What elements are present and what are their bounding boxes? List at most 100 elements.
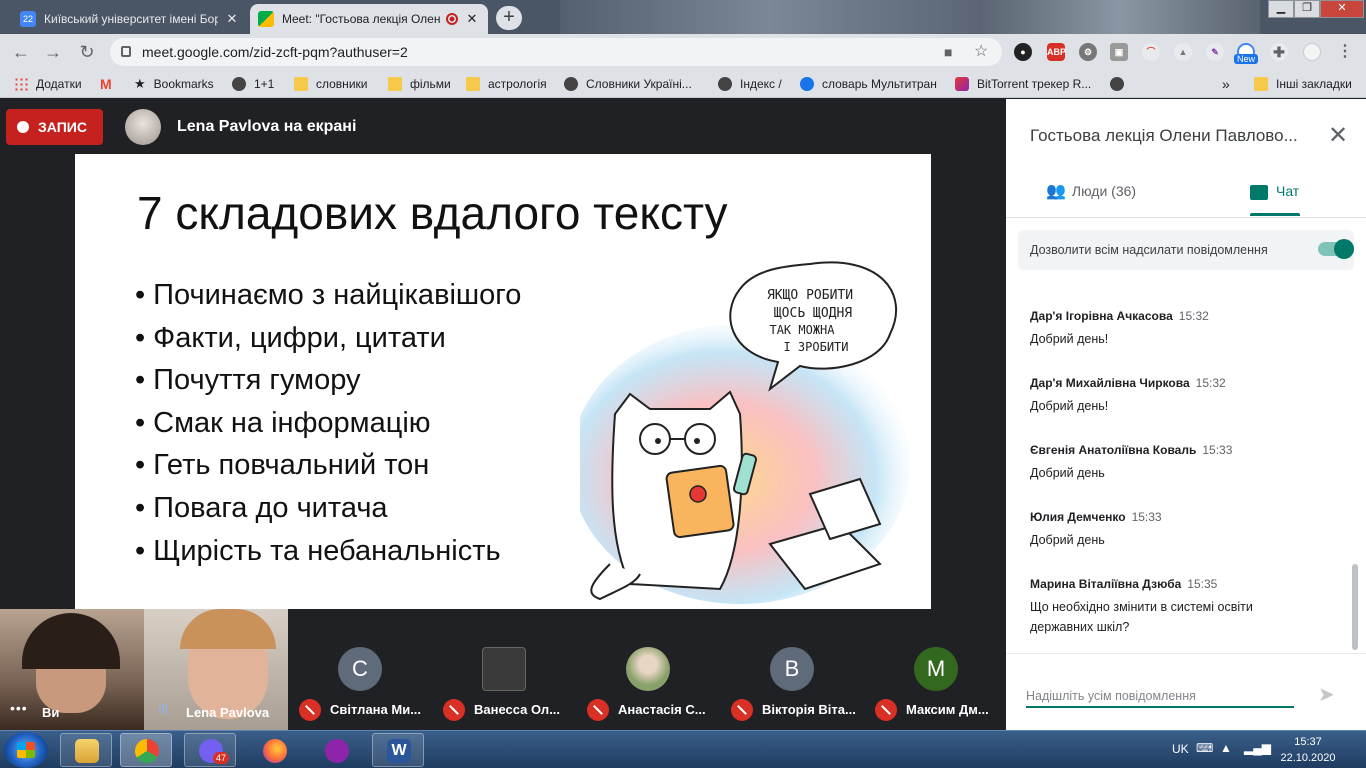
bookmark-bookmarks[interactable]: ★ Bookmarks (134, 70, 214, 98)
tab-chat[interactable]: Чат (1250, 171, 1299, 217)
participant-tile[interactable]: Анастасія С... (576, 609, 720, 730)
bookmark-apps[interactable]: Додатки (14, 70, 82, 98)
participant-tile[interactable]: М Максим Дм... (864, 609, 1008, 730)
message-sender: Юлия Демченко (1030, 510, 1126, 524)
extension-camera-icon[interactable]: ● (1014, 43, 1032, 61)
bookmark-folder-astrology[interactable]: астрологія (466, 70, 547, 98)
close-window-button[interactable]: ✕ (1320, 0, 1364, 18)
bookmark-index[interactable]: Індекс / (718, 70, 782, 98)
participant-tile[interactable]: Ванесса Ол... (432, 609, 576, 730)
send-icon[interactable]: ➤ (1318, 682, 1335, 707)
presenter-video-tile[interactable]: ıl| Lena Pavlova (144, 609, 288, 730)
message-sender: Дар'я Михайлівна Чиркова (1030, 376, 1190, 390)
tab-strip: 22 Київський університет імені Бор ✕ Mee… (0, 0, 1366, 34)
self-video-tile[interactable]: ••• Ви (0, 609, 144, 730)
participant-tile[interactable]: В Вікторія Віта... (720, 609, 864, 730)
close-tab-icon[interactable]: ✕ (224, 11, 240, 27)
bookmark-label: Індекс / (740, 77, 782, 91)
participant-avatar: С (338, 647, 382, 691)
close-panel-icon[interactable]: ✕ (1328, 121, 1348, 150)
bookmark-gmail[interactable]: M (100, 70, 112, 98)
glasses-left (639, 423, 671, 455)
chat-message-input[interactable] (1026, 686, 1294, 708)
tab-title: Київський університет імені Бор (44, 12, 218, 26)
message-sender: Дар'я Ігорівна Ачкасова (1030, 309, 1173, 323)
camera-icon[interactable]: ■ (944, 38, 952, 66)
browser-tab-university[interactable]: 22 Київський університет імені Бор ✕ (12, 4, 248, 34)
puzzle-extensions-icon[interactable]: ✚ (1270, 43, 1288, 61)
adblock-icon[interactable]: ABP (1047, 43, 1066, 61)
taskbar-chrome[interactable] (120, 733, 172, 767)
url-text: meet.google.com/zid-zcft-pqm?authuser=2 (142, 44, 408, 60)
lock-icon (121, 46, 131, 57)
drive-extension-icon[interactable]: ▲ (1174, 43, 1192, 61)
bookmark-label: BitTorrent трекер R... (977, 77, 1092, 91)
message-time: 15:32 (1178, 309, 1209, 323)
keyboard-icon[interactable]: ⌨ (1196, 741, 1213, 755)
slide-bullet: Щирість та небанальність (135, 530, 521, 573)
tile-name: Ви (42, 705, 60, 720)
folder-icon (75, 739, 99, 763)
bookmark-globe[interactable] (1110, 70, 1132, 98)
taskbar-podcast[interactable] (310, 733, 362, 767)
bookmark-slovnyky-ukrainy[interactable]: Словники Україні... (564, 70, 692, 98)
bookmark-label: словники (316, 77, 368, 91)
chat-message: Євгенія Анатоліївна Коваль 15:33 Добрий д… (1030, 443, 1330, 483)
message-text: Добрий день (1030, 533, 1105, 547)
recording-indicator-icon (446, 13, 458, 25)
allow-messages-toggle[interactable] (1318, 239, 1354, 259)
chrome-icon (135, 739, 159, 763)
minimize-window-button[interactable]: ▁ (1268, 0, 1294, 18)
bubble-line: ЯКЩО РОБИТИ (767, 288, 853, 303)
chat-scrollbar[interactable] (1352, 564, 1358, 650)
speaking-waves-icon: ıl| (158, 701, 168, 716)
network-signal-icon[interactable]: ▂▄▆ (1244, 741, 1271, 755)
window-background-image (560, 0, 1260, 34)
slide-bullet-list: Починаємо з найцікавішого Факти, цифри, … (135, 274, 521, 572)
bookmark-bittorrent[interactable]: BitTorrent трекер R... (955, 70, 1091, 98)
reload-icon[interactable]: ↻ (76, 41, 98, 63)
participant-avatar: М (914, 647, 958, 691)
participant-tile[interactable]: С Світлана Ми... (288, 609, 432, 730)
new-tab-button[interactable]: + (496, 6, 522, 30)
taskbar-firefox[interactable] (248, 733, 300, 767)
participant-name: Ванесса Ол... (474, 702, 561, 717)
windows-taskbar: 47 W UK ⌨ ▲ ▂▄▆ 15:37 22.10.2020 (0, 730, 1366, 768)
tab-people[interactable]: 👥 Люди (36) (1046, 171, 1136, 217)
bookmark-multitran[interactable]: словарь Мультитран (800, 70, 937, 98)
calendar-icon: 22 (20, 11, 36, 27)
input-language[interactable]: UK (1172, 742, 1189, 756)
address-bar[interactable]: meet.google.com/zid-zcft-pqm?authuser=2 … (110, 38, 1002, 66)
back-arrow-icon[interactable]: ← (10, 41, 32, 63)
start-button[interactable] (4, 732, 48, 768)
bookmark-1plus1[interactable]: 1+1 (232, 70, 274, 98)
restore-window-button[interactable]: ❐ (1294, 0, 1320, 18)
message-time: 15:35 (1187, 577, 1218, 591)
forward-arrow-icon[interactable]: → (42, 41, 64, 63)
tray-arrow-icon[interactable]: ▲ (1220, 741, 1232, 755)
bookmark-folder-filmy[interactable]: фільми (388, 70, 451, 98)
gear-extension-icon[interactable]: ⚙ (1079, 43, 1097, 61)
extension-box-icon[interactable]: ▣ (1110, 43, 1128, 61)
close-tab-icon[interactable]: ✕ (464, 11, 480, 27)
recording-indicator[interactable]: ЗАПИС (6, 109, 103, 145)
multitran-icon (800, 77, 814, 91)
system-clock[interactable]: 15:37 22.10.2020 (1268, 734, 1348, 766)
rainbow-extension-icon[interactable]: ⌒ (1142, 43, 1160, 61)
presenter-avatar (125, 109, 161, 145)
bookmark-star-icon[interactable]: ☆ (974, 38, 988, 66)
bookmarks-overflow-button[interactable]: » (1222, 70, 1230, 98)
profile-avatar[interactable] (1303, 43, 1321, 61)
taskbar-word[interactable]: W (372, 733, 424, 767)
browser-tab-meet[interactable]: Meet: "Гостьова лекція Олен ✕ (250, 4, 488, 34)
menu-kebab-icon[interactable]: ⋮ (1336, 43, 1354, 61)
gmail-icon: M (100, 76, 112, 92)
mic-off-icon (731, 699, 753, 721)
bubble-line: ТАК МОЖНА (769, 323, 835, 337)
taskbar-viber[interactable]: 47 (184, 733, 236, 767)
clock-date: 22.10.2020 (1280, 752, 1336, 764)
bookmark-folder-slovnyky[interactable]: словники (294, 70, 367, 98)
other-bookmarks[interactable]: Інші закладки (1254, 70, 1352, 98)
pen-extension-icon[interactable]: ✎ (1206, 43, 1224, 61)
taskbar-explorer[interactable] (60, 733, 112, 767)
